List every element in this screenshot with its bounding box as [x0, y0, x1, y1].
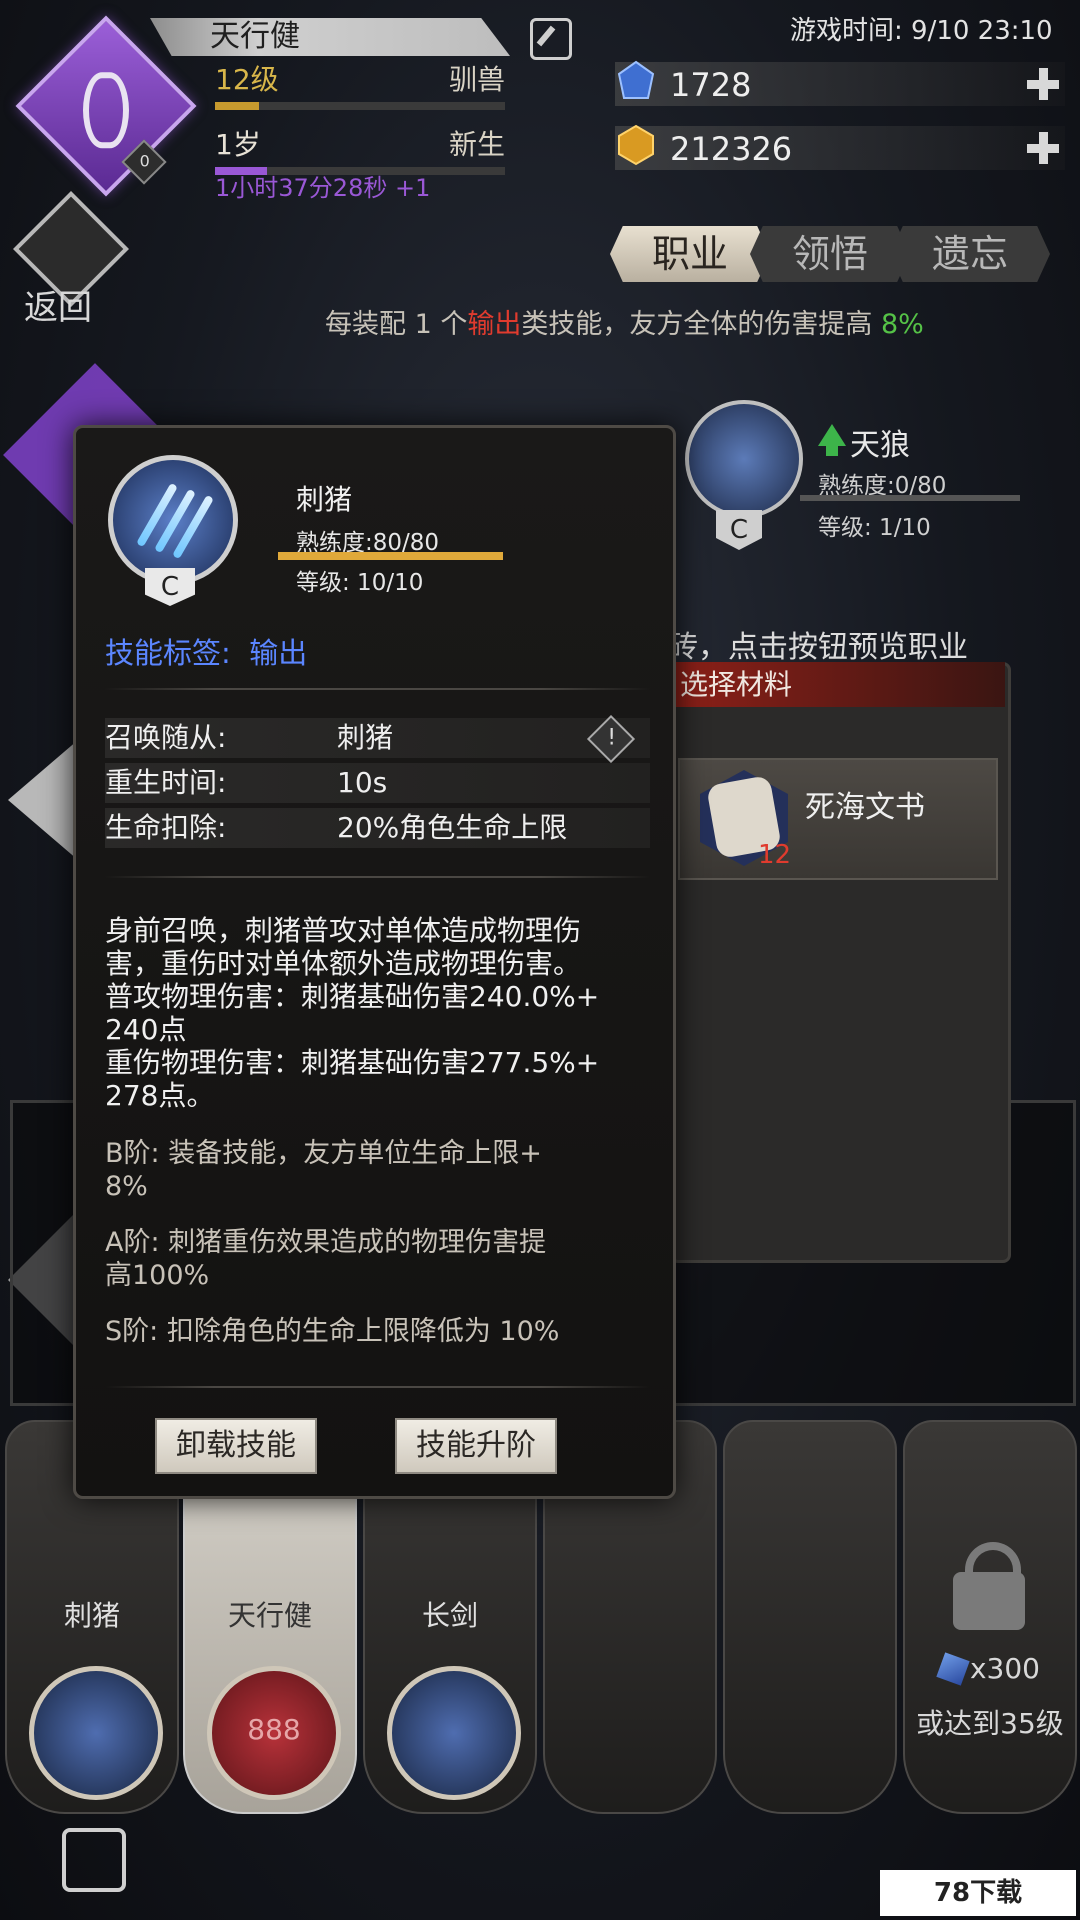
gold-currency: 212326 — [615, 124, 1065, 170]
wolf-skill-name: 天狼 — [850, 428, 910, 463]
game-time: 游戏时间: 9/10 23:10 — [790, 16, 1053, 46]
player-class: 驯兽 — [448, 63, 505, 96]
materials-panel — [670, 662, 1011, 1263]
skill-proficiency-fill — [278, 552, 503, 560]
prev-arrow-icon[interactable] — [8, 740, 78, 860]
skill-level: 等级: 10/10 — [296, 570, 424, 596]
bonus-type: 输出 — [467, 309, 522, 340]
gold-amount: 212326 — [670, 130, 793, 168]
skill-proficiency-bar — [278, 552, 503, 560]
material-count: 12 — [758, 840, 792, 870]
level-row: 12级 驯兽 — [215, 58, 505, 110]
age-state: 新生 — [448, 128, 505, 161]
attr-label: 生命扣除: — [105, 811, 227, 844]
slot-label: 天行健 — [227, 1599, 312, 1632]
edit-name-icon[interactable] — [530, 18, 572, 60]
tab-forget[interactable]: 遗忘 — [890, 226, 1050, 282]
bonus-middle: 类技能，友方全体的伤害提高 — [521, 309, 873, 340]
tier-a: A阶: 刺猪重伤效果造成的物理伤害提 高100% — [105, 1227, 547, 1291]
add-gems-button[interactable] — [1021, 62, 1065, 106]
wolf-proficiency-bar — [800, 495, 1020, 501]
attribute-row-hp-cost: 生命扣除: 20%角色生命上限 — [105, 808, 650, 848]
empty-slot[interactable] — [723, 1420, 897, 1814]
tab-comprehend[interactable]: 领悟 — [750, 226, 910, 282]
back-button[interactable]: 返回 — [12, 191, 129, 330]
back-label: 返回 — [24, 288, 92, 328]
preview-hint: 砖，点击按钮预览职业 — [668, 630, 968, 665]
slot-label: 刺猪 — [63, 1599, 120, 1632]
divider — [105, 688, 650, 690]
wolf-skill-icon[interactable] — [685, 400, 803, 518]
divider — [105, 876, 650, 878]
damage-bonus-text: 每装配 1 个输出类技能，友方全体的伤害提高 8% — [325, 302, 924, 341]
level-progress-fill — [215, 102, 259, 110]
skill-tag-value: 输出 — [249, 636, 308, 670]
tab-class[interactable]: 职业 — [610, 226, 770, 282]
unlock-cost: x300 — [905, 1652, 1075, 1686]
attr-value: 刺猪 — [337, 721, 394, 754]
bonus-prefix: 每装配 1 个 — [325, 309, 468, 340]
gem-amount: 1728 — [670, 66, 752, 104]
upgrade-arrow-icon — [818, 424, 846, 446]
lock-icon — [953, 1542, 1025, 1630]
skill-tag: 技能标签: 输出 — [105, 630, 307, 672]
name-plate — [150, 18, 510, 56]
wolf-skill-grade: C — [716, 510, 762, 550]
material-name: 死海文书 — [805, 790, 925, 825]
gem-currency: 1728 — [615, 60, 1065, 106]
avatar-emblem-icon — [83, 72, 129, 149]
unload-skill-button[interactable]: 卸载技能 — [155, 1418, 317, 1474]
slot-label: 长剑 — [421, 1599, 478, 1632]
unlock-requirement: 或达到35级 — [916, 1707, 1064, 1740]
upgrade-skill-button[interactable]: 技能升阶 — [395, 1418, 557, 1474]
upgrade-arrow-stem — [826, 444, 838, 456]
skill-tag-label: 技能标签: — [105, 636, 231, 670]
info-icon[interactable]: ! — [586, 714, 636, 764]
claw-skill-icon — [29, 1666, 163, 1800]
watermark: 78下载 — [880, 1870, 1076, 1916]
gem-icon — [936, 1652, 970, 1686]
attr-label: 召唤随从: — [105, 721, 227, 754]
divider — [105, 1386, 650, 1388]
player-name: 天行健 — [210, 19, 300, 54]
locked-slot[interactable]: x300 或达到35级 — [903, 1420, 1077, 1814]
age-timer: 1小时37分28秒 +1 — [215, 174, 431, 202]
tier-b: B阶: 装备技能，友方单位生命上限+ 8% — [105, 1138, 542, 1202]
materials-header: 选择材料 — [670, 662, 1005, 707]
player-level: 12级 — [215, 63, 279, 96]
player-age: 1岁 — [215, 128, 261, 161]
material-item[interactable]: 死海文书 12 — [678, 758, 998, 880]
claw-skill-icon — [108, 455, 238, 585]
gold-icon — [615, 124, 657, 166]
attribute-row-respawn: 重生时间: 10s — [105, 763, 650, 803]
gem-icon — [615, 60, 657, 102]
attr-value: 10s — [337, 766, 388, 799]
tier-s: S阶: 扣除角色的生命上限降低为 10% — [105, 1316, 560, 1347]
attribute-row-summon: 召唤随从: 刺猪 ! — [105, 714, 650, 764]
pet-circle-icon: 888 — [207, 1666, 341, 1800]
sword-icon — [387, 1666, 521, 1800]
attr-label: 重生时间: — [105, 766, 227, 799]
level-progress-bar — [215, 102, 505, 110]
wolf-level: 等级: 1/10 — [818, 515, 931, 541]
skill-description: 身前召唤，刺猪普攻对单体造成物理伤 害，重伤时对单体额外造成物理伤害。 普攻物理… — [105, 914, 600, 1112]
skill-name: 刺猪 — [296, 483, 353, 516]
collapse-icon[interactable] — [62, 1828, 126, 1892]
add-gold-button[interactable] — [1021, 126, 1065, 170]
attr-value: 20%角色生命上限 — [337, 811, 568, 844]
bonus-value: 8% — [880, 309, 924, 340]
